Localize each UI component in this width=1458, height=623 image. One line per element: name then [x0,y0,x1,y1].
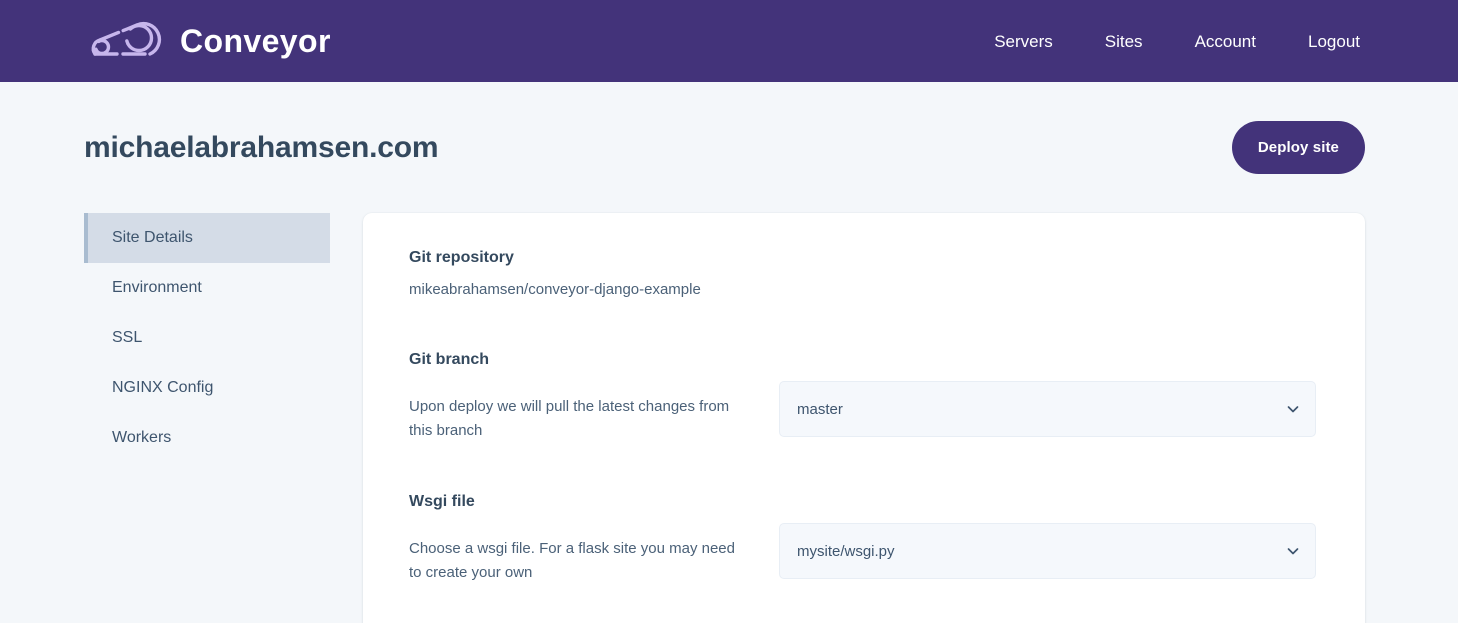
sidebar-item-site-details[interactable]: Site Details [84,213,330,263]
git-branch-section: Git branch Upon deploy we will pull the … [409,349,1319,443]
nav-link-servers[interactable]: Servers [994,33,1053,50]
page-header: michaelabrahamsen.com Deploy site [84,82,1365,213]
git-branch-row: Upon deploy we will pull the latest chan… [409,381,1319,443]
wsgi-file-description: Choose a wsgi file. For a flask site you… [409,540,735,581]
site-details-card: Git repository mikeabrahamsen/conveyor-d… [363,213,1365,623]
git-branch-select[interactable]: master [779,381,1316,437]
nav-link-logout[interactable]: Logout [1308,33,1360,50]
wsgi-file-title: Wsgi file [409,493,475,510]
sidebar-item-label: Site Details [112,229,193,246]
content-row: Site Details Environment SSL NGINX Confi… [84,213,1365,623]
brand-name: Conveyor [180,23,331,59]
conveyor-belt-icon [91,21,162,56]
wsgi-file-select-wrap: mysite/wsgi.py [779,523,1316,579]
sidebar-item-workers[interactable]: Workers [84,413,330,463]
top-navigation-bar: Conveyor Servers Sites Account Logout [0,0,1458,82]
nav-links: Servers Sites Account Logout [994,33,1360,50]
git-repository-section: Git repository mikeabrahamsen/conveyor-d… [409,247,1319,301]
git-branch-select-wrap: master [779,381,1316,437]
sidebar-item-label: Environment [112,279,202,296]
brand-home-link[interactable]: Conveyor [84,18,331,64]
sidebar-item-label: SSL [112,329,143,346]
nav-link-account[interactable]: Account [1195,33,1256,50]
git-repository-value: mikeabrahamsen/conveyor-django-example [409,281,701,298]
wsgi-file-row: Choose a wsgi file. For a flask site you… [409,523,1319,585]
git-branch-title: Git branch [409,351,490,368]
deploy-site-button[interactable]: Deploy site [1231,121,1365,174]
sidebar-item-nginx-config[interactable]: NGINX Config [84,363,330,413]
sidebar-item-label: Workers [112,429,172,446]
sidebar-item-ssl[interactable]: SSL [84,313,330,363]
wsgi-file-select[interactable]: mysite/wsgi.py [779,523,1316,579]
page-shell: michaelabrahamsen.com Deploy site Site D… [0,82,1458,623]
git-repository-title: Git repository [409,249,514,266]
git-branch-description: Upon deploy we will pull the latest chan… [409,398,730,439]
sidebar-item-environment[interactable]: Environment [84,263,330,313]
page-title: michaelabrahamsen.com [84,130,439,164]
sidebar-item-label: NGINX Config [112,379,214,396]
wsgi-file-section: Wsgi file Choose a wsgi file. For a flas… [409,491,1319,585]
nav-link-sites[interactable]: Sites [1105,33,1143,50]
site-settings-sidebar: Site Details Environment SSL NGINX Confi… [84,213,330,463]
